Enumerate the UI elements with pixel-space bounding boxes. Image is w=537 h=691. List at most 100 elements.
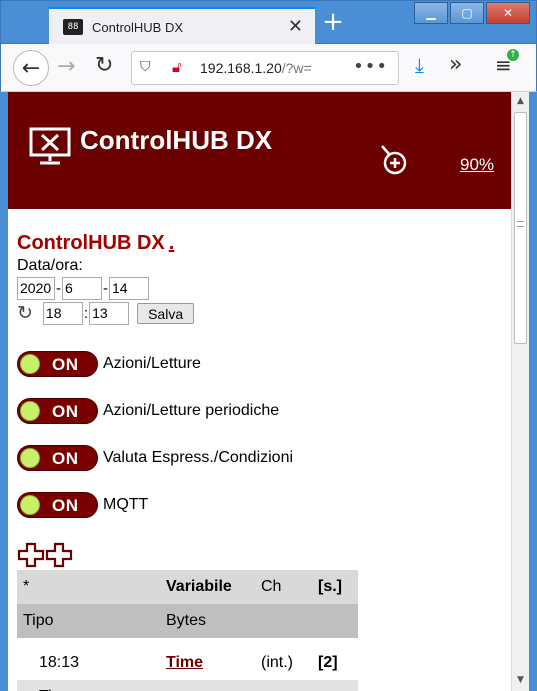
toggle-label: Azioni/Letture periodiche: [103, 402, 280, 419]
address-bar[interactable]: ⛉ 🔓︎ 192.168.1.20/?w= •••: [131, 51, 399, 85]
table-subheader-row: Tipo Bytes: [17, 604, 358, 638]
toggle-row-actions: ON Azioni/Letture: [17, 351, 507, 377]
toggle-state: ON: [52, 355, 79, 374]
table-header-row: * Variabile Ch [s.]: [17, 570, 358, 604]
zoom-level-link[interactable]: 90%: [460, 155, 494, 175]
actions-toggle[interactable]: ON: [17, 351, 98, 377]
toggle-label: Azioni/Letture: [103, 355, 201, 372]
toggle-label: Valuta Espress./Condizioni: [103, 449, 294, 466]
toggle-row-evaluate: ON Valuta Espress./Condizioni: [17, 445, 507, 471]
date-row: 2020 - 6 - 14: [17, 277, 507, 300]
date-separator: -: [56, 280, 61, 297]
add-buttons-row: [17, 542, 507, 568]
page-title: ControlHUB DX.: [17, 232, 507, 255]
app-title: ControlHUB DX: [80, 125, 273, 155]
tab-close-icon[interactable]: ✕: [288, 16, 303, 37]
hour-input[interactable]: 18: [42, 302, 83, 325]
toggle-knob-icon: [20, 354, 40, 374]
tracking-shield-icon[interactable]: ⛉: [140, 59, 151, 75]
add-plus-icon[interactable]: [45, 542, 73, 568]
date-separator: -: [103, 280, 108, 297]
overflow-chevron-icon[interactable]: »: [449, 52, 462, 77]
scrollbar-grip-icon: [517, 221, 524, 227]
toggle-knob-icon: [20, 401, 40, 421]
back-arrow-icon[interactable]: ←: [13, 50, 49, 86]
window-frame-right: [529, 92, 537, 691]
channel-cell: (int.): [261, 654, 293, 671]
reload-icon[interactable]: ↻: [95, 53, 113, 78]
header-cell: Bytes: [166, 612, 207, 629]
page-title-link[interactable]: .: [169, 232, 175, 254]
url-path: /?w=: [281, 60, 312, 76]
day-input[interactable]: 14: [109, 277, 149, 300]
spacer-cell: [17, 638, 358, 646]
type-cell: Time: [17, 680, 160, 691]
page-title-text: ControlHUB DX: [17, 232, 165, 254]
scrollbar-thumb[interactable]: [514, 112, 527, 344]
seconds-cell: [2]: [318, 654, 338, 671]
browser-tab[interactable]: 88 ControlHUB DX ✕: [49, 7, 315, 45]
scroll-up-icon[interactable]: ▲: [512, 92, 529, 110]
table-cell: [255, 680, 312, 691]
variable-link[interactable]: Time: [166, 654, 203, 671]
time-row: ↻ 18 : 13 Salva: [17, 302, 507, 325]
header-cell: [312, 604, 358, 638]
toggle-row-periodic: ON Azioni/Letture periodiche: [17, 398, 507, 424]
vertical-scrollbar[interactable]: ▲ ▼: [511, 92, 529, 691]
new-tab-plus-icon[interactable]: +: [319, 7, 347, 39]
variable-cell: Time: [160, 646, 255, 680]
scroll-down-icon[interactable]: ▼: [512, 671, 529, 689]
header-cell: [s.]: [318, 578, 342, 595]
zoom-in-icon[interactable]: [380, 144, 408, 176]
update-badge-icon: ↑: [507, 49, 519, 61]
month-input[interactable]: 6: [62, 277, 102, 300]
periodic-actions-toggle[interactable]: ON: [17, 398, 98, 424]
app-header: ControlHUB DX 90%: [8, 92, 511, 209]
page-viewport: ControlHUB DX 90% ControlHUB DX. Data/or…: [8, 92, 511, 691]
variables-table: * Variabile Ch [s.] Tipo Bytes 18:13 Tim…: [17, 570, 358, 691]
navigation-bar: ← → ↻ ⛉ 🔓︎ 192.168.1.20/?w= ••• ⤓ » ≡ ↑: [0, 44, 537, 92]
maximize-icon[interactable]: ▢: [450, 2, 484, 24]
header-cell: Variabile: [166, 578, 232, 595]
toggle-knob-icon: [20, 448, 40, 468]
window-controls: ▁ ▢ ✕: [412, 2, 530, 24]
time-cell: 18:13: [39, 654, 80, 671]
table-cell: [312, 680, 358, 691]
close-window-icon[interactable]: ✕: [486, 2, 530, 24]
header-cell: Tipo: [23, 612, 54, 629]
page-actions-more-icon[interactable]: •••: [353, 56, 388, 77]
header-cell: *: [23, 578, 30, 595]
datetime-label: Data/ora:: [17, 257, 83, 274]
insecure-lock-icon[interactable]: 🔓︎: [172, 58, 182, 76]
toggle-state: ON: [52, 402, 79, 421]
mqtt-toggle[interactable]: ON: [17, 492, 98, 518]
toggle-label: MQTT: [103, 496, 149, 513]
window-titlebar: 88 ControlHUB DX ✕ + ▁ ▢ ✕: [0, 0, 537, 45]
toggle-state: ON: [52, 449, 79, 468]
minute-input[interactable]: 13: [89, 302, 130, 325]
toggle-state: ON: [52, 496, 79, 515]
main-content: ControlHUB DX. Data/ora: 2020 - 6 - 14 ↻…: [17, 232, 507, 691]
refresh-time-icon[interactable]: ↻: [17, 302, 33, 325]
tab-favicon-icon: 88: [63, 19, 83, 35]
forward-arrow-icon[interactable]: →: [57, 54, 75, 79]
toggle-row-mqtt: ON MQTT: [17, 492, 507, 518]
evaluate-expressions-toggle[interactable]: ON: [17, 445, 98, 471]
time-separator: :: [83, 305, 89, 322]
url-text[interactable]: 192.168.1.20/?w=: [200, 60, 312, 76]
url-host: 192.168.1.20: [200, 60, 282, 76]
download-icon[interactable]: ⤓: [415, 53, 424, 77]
monitor-icon: [29, 127, 71, 165]
save-button[interactable]: Salva: [137, 303, 195, 324]
table-row: Time: [17, 680, 358, 691]
table-row: 18:13 Time (int.) [2]: [17, 646, 358, 680]
add-plus-icon[interactable]: [17, 542, 45, 568]
window-frame-left: [0, 92, 8, 691]
table-spacer: [17, 638, 358, 646]
table-cell: [160, 680, 255, 691]
minimize-icon[interactable]: ▁: [414, 2, 448, 24]
toggle-knob-icon: [20, 495, 40, 515]
year-input[interactable]: 2020: [17, 277, 55, 300]
tab-title: ControlHUB DX: [92, 19, 184, 35]
header-cell: [255, 604, 312, 638]
